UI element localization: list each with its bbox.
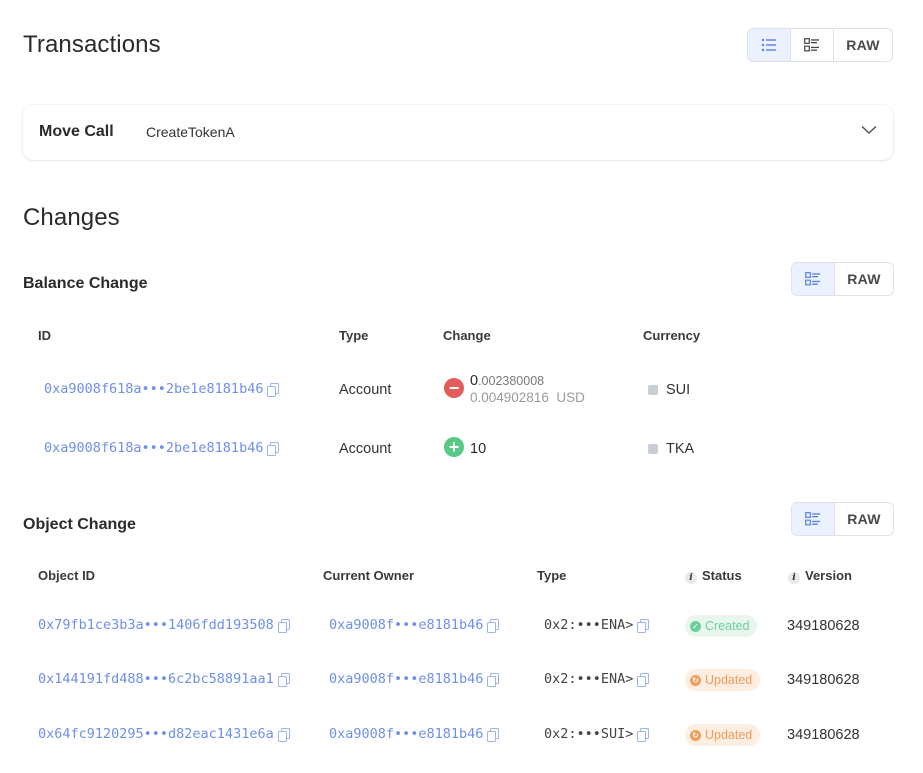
object-id-text: 0x144191fd488•••6c2bc58891aa1: [38, 671, 274, 687]
balance-usd-value: 0.004902816 USD: [470, 390, 585, 405]
col-header-object-id: Object ID: [38, 568, 96, 583]
col-header-id: ID: [38, 328, 51, 343]
balance-change-amount: 10: [470, 441, 487, 457]
owner-text: 0xa9008f•••e8181b46: [329, 617, 484, 633]
owner-link[interactable]: 0xa9008f•••e8181b46: [329, 726, 500, 742]
col-header-change: Change: [443, 328, 491, 343]
detail-list-icon: [805, 512, 820, 526]
move-call-value: CreateTokenA: [146, 124, 235, 140]
amount-int: 0: [470, 373, 479, 389]
object-type[interactable]: 0x2:•••ENA>: [544, 617, 650, 633]
move-call-label: Move Call: [39, 123, 114, 140]
balance-change-title: Balance Change: [23, 275, 148, 292]
address-text: 0xa9008f618a•••2be1e8181b46: [44, 381, 264, 397]
status-badge: ↻ Updated: [685, 669, 761, 691]
amount-frac: .002380008: [478, 374, 545, 388]
balance-currency: SUI: [648, 382, 690, 398]
owner-text: 0xa9008f•••e8181b46: [329, 726, 484, 742]
transactions-title: Transactions: [23, 31, 161, 58]
raw-view-button[interactable]: RAW: [834, 29, 892, 61]
detail-list-icon: [805, 272, 820, 286]
status-badge: ✓ Created: [685, 615, 758, 637]
detail-list-icon: [804, 38, 819, 52]
object-id-link[interactable]: 0x79fb1ce3b3a•••1406fdd193508: [38, 617, 290, 633]
status-badge: ↻ Updated: [685, 724, 761, 746]
copy-icon[interactable]: [637, 672, 650, 687]
object-id-link[interactable]: 0x64fc9120295•••d82eac1431e6a: [38, 726, 290, 742]
copy-icon[interactable]: [277, 618, 290, 633]
currency-symbol: SUI: [666, 382, 691, 398]
col-header-version: i Version: [788, 568, 852, 584]
copy-icon[interactable]: [637, 727, 650, 742]
object-type[interactable]: 0x2:•••ENA>: [544, 671, 650, 687]
balance-row-id-link[interactable]: 0xa9008f618a•••2be1e8181b46: [44, 381, 280, 397]
list-icon: [761, 38, 776, 52]
transactions-view-toggle: RAW: [747, 28, 893, 62]
owner-link[interactable]: 0xa9008f•••e8181b46: [329, 617, 500, 633]
balance-view-toggle: RAW: [791, 262, 894, 296]
info-icon[interactable]: i: [685, 572, 697, 584]
object-id-text: 0x79fb1ce3b3a•••1406fdd193508: [38, 617, 274, 633]
status-header-label: Status: [702, 568, 742, 583]
balance-change-amount: 0.002380008: [470, 373, 544, 389]
owner-text: 0xa9008f•••e8181b46: [329, 671, 484, 687]
check-icon: ✓: [690, 620, 701, 632]
col-header-status: i Status: [685, 568, 742, 584]
balance-row-id-link[interactable]: 0xa9008f618a•••2be1e8181b46: [44, 440, 280, 456]
col-header-current-owner: Current Owner: [323, 568, 415, 583]
col-header-type: Type: [339, 328, 369, 343]
minus-icon: −: [444, 378, 464, 398]
copy-icon[interactable]: [267, 382, 280, 397]
object-id-link[interactable]: 0x144191fd488•••6c2bc58891aa1: [38, 671, 290, 687]
info-icon[interactable]: i: [788, 572, 800, 584]
status-text: Created: [705, 619, 750, 633]
object-type-text: 0x2:•••ENA>: [544, 617, 634, 633]
balance-detail-view-button[interactable]: [792, 263, 835, 295]
coin-icon: [648, 444, 658, 455]
object-version: 349180628: [787, 727, 860, 743]
col-header-currency: Currency: [643, 328, 701, 343]
update-icon: ↻: [690, 729, 701, 741]
copy-icon[interactable]: [487, 618, 500, 633]
changes-title: Changes: [23, 204, 120, 231]
move-call-card[interactable]: Move Call CreateTokenA: [23, 105, 893, 160]
copy-icon[interactable]: [637, 618, 650, 633]
copy-icon[interactable]: [277, 727, 290, 742]
object-detail-view-button[interactable]: [792, 503, 835, 535]
usd-amount: 0.004902816: [470, 390, 549, 405]
copy-icon[interactable]: [267, 441, 280, 456]
update-icon: ↻: [690, 674, 701, 686]
object-version: 349180628: [787, 618, 860, 634]
copy-icon[interactable]: [487, 727, 500, 742]
currency-symbol: TKA: [666, 441, 695, 457]
plus-icon: +: [444, 437, 464, 457]
object-view-toggle: RAW: [791, 502, 894, 536]
object-id-text: 0x64fc9120295•••d82eac1431e6a: [38, 726, 274, 742]
status-text: Updated: [705, 673, 753, 687]
object-type-text: 0x2:•••ENA>: [544, 671, 634, 687]
status-text: Updated: [705, 728, 753, 742]
object-type-text: 0x2:•••SUI>: [544, 726, 634, 742]
object-raw-button[interactable]: RAW: [835, 503, 893, 535]
object-type[interactable]: 0x2:•••SUI>: [544, 726, 650, 742]
balance-type: Account: [339, 382, 392, 398]
detail-view-button[interactable]: [791, 29, 834, 61]
coin-icon: [648, 385, 658, 396]
copy-icon[interactable]: [487, 672, 500, 687]
balance-type: Account: [339, 441, 392, 457]
chevron-down-icon[interactable]: [861, 125, 877, 135]
balance-currency: TKA: [648, 441, 694, 457]
copy-icon[interactable]: [277, 672, 290, 687]
usd-label: USD: [556, 390, 585, 405]
object-change-title: Object Change: [23, 516, 136, 533]
object-version: 349180628: [787, 672, 860, 688]
balance-raw-button[interactable]: RAW: [835, 263, 893, 295]
col-header-object-type: Type: [537, 568, 567, 583]
version-header-label: Version: [805, 568, 852, 583]
owner-link[interactable]: 0xa9008f•••e8181b46: [329, 671, 500, 687]
address-text: 0xa9008f618a•••2be1e8181b46: [44, 440, 264, 456]
list-view-button[interactable]: [748, 29, 791, 61]
